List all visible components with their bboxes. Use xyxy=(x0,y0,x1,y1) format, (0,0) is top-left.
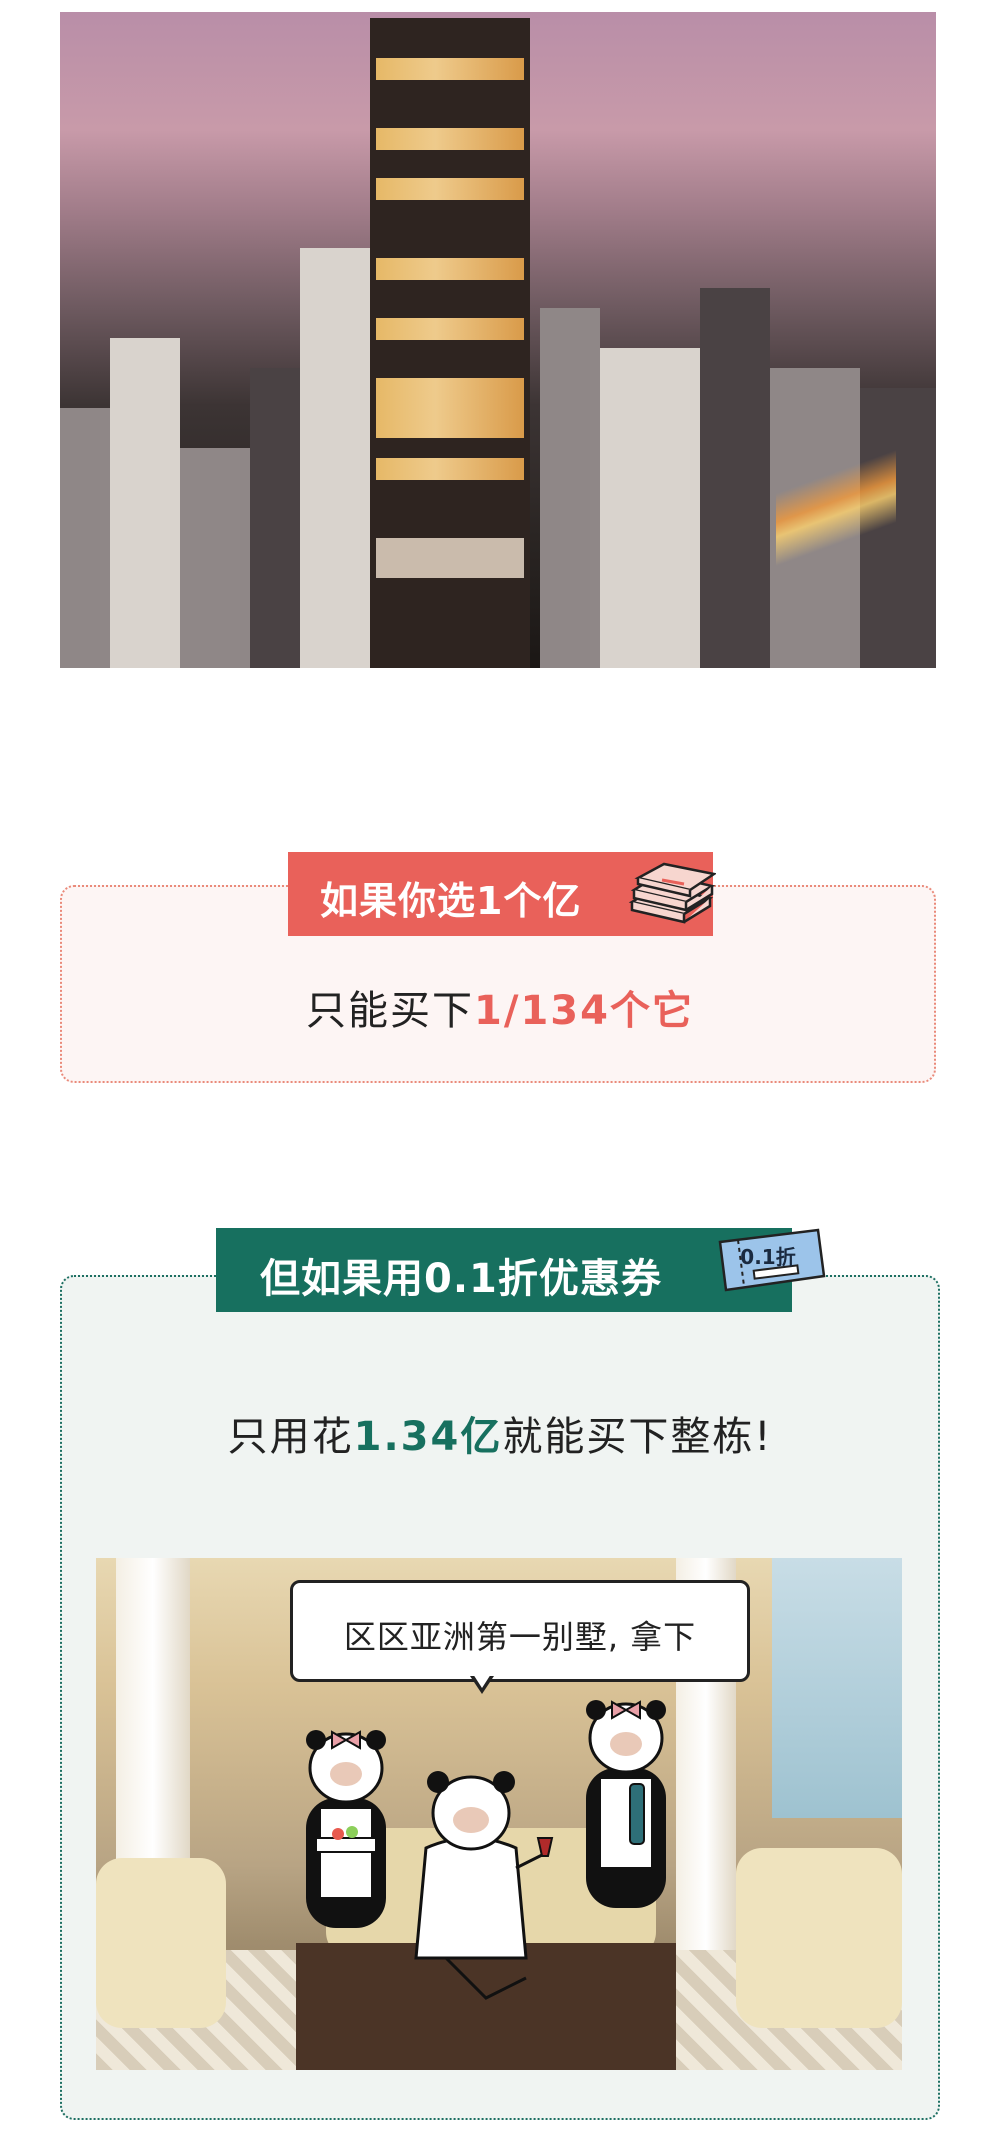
section2-tag-label: 但如果用0.1折优惠券 xyxy=(260,1256,662,1302)
speech-bubble-text: 区区亚洲第一别墅, 拿下 xyxy=(343,1618,697,1656)
section2-text-highlight: 1.34亿 xyxy=(353,1414,503,1460)
section1-tag-label: 如果你选1个亿 xyxy=(320,879,582,923)
section1-text: 只能买下1/134个它 xyxy=(0,978,1000,1036)
robe-panda-character-center xyxy=(414,1771,554,2000)
speech-bubble-tail-fill xyxy=(473,1674,491,1688)
money-stack-icon xyxy=(628,862,716,924)
coupon-label: 0.1折 xyxy=(740,1245,796,1269)
section2-text: 只用花1.34亿就能买下整栋! xyxy=(0,1404,1000,1462)
section1-text-highlight: 1/134个它 xyxy=(474,988,694,1034)
section2-text-prefix: 只用花 xyxy=(227,1414,354,1460)
maid-panda-character-right xyxy=(586,1700,666,1908)
skyscraper-tower xyxy=(370,18,530,668)
section2-text-suffix: 就能买下整栋! xyxy=(502,1414,773,1460)
section1-text-prefix: 只能买下 xyxy=(306,988,475,1034)
hero-building-photo xyxy=(60,12,936,668)
